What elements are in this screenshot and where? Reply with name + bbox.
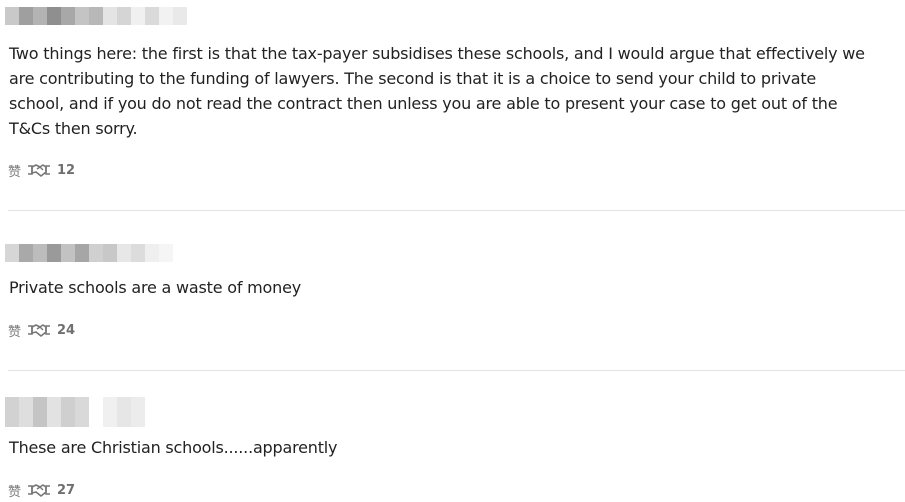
author-name-blurred: [5, 7, 187, 25]
comment-actions: 赞 27: [8, 481, 75, 500]
like-count: 12: [57, 162, 76, 178]
like-button[interactable]: 24: [27, 323, 75, 338]
comment-actions: 赞 24: [8, 321, 75, 340]
handshake-icon: [28, 484, 51, 497]
like-label: 赞: [8, 164, 22, 180]
like-count: 24: [57, 322, 76, 338]
comment-text: Private schools are a waste of money: [9, 278, 302, 297]
comment-text: These are Christian schools......apparen…: [9, 438, 338, 457]
like-button[interactable]: 12: [27, 163, 75, 178]
comment-actions: 赞 12: [8, 161, 75, 180]
like-label: 赞: [8, 324, 22, 340]
comment-text: Two things here: the first is that the t…: [9, 44, 865, 138]
like-label: 赞: [8, 484, 22, 500]
like-button[interactable]: 27: [27, 483, 75, 498]
handshake-icon: [28, 324, 51, 337]
handshake-icon: [28, 164, 51, 177]
comment-divider: [8, 370, 905, 371]
author-name-blurred: [5, 244, 173, 262]
author-name-blurred: [5, 397, 145, 427]
like-count: 27: [57, 482, 76, 498]
comment-divider: [8, 210, 905, 211]
